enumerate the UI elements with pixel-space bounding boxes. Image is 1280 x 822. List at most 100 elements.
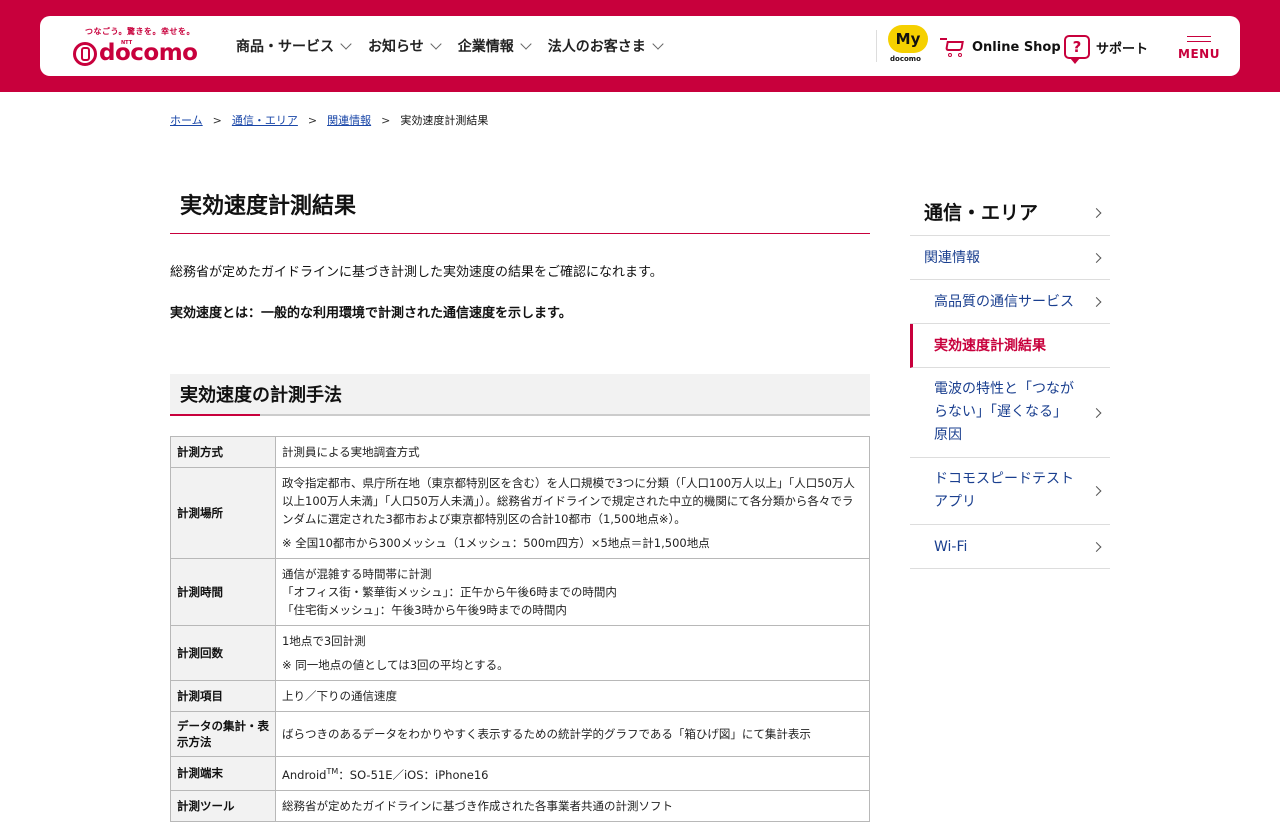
my-docomo-sub: docomo (890, 55, 921, 63)
sidebar-item-wifi[interactable]: Wi-Fi (910, 525, 1110, 569)
cell-text: 政令指定都市、県庁所在地（東京都特別区を含む）を人口規模で3つに分類（「人口10… (282, 476, 855, 526)
nav-label: 企業情報 (457, 39, 514, 55)
page-title: 実効速度計測結果 (170, 185, 870, 234)
global-header: つなごう。驚きを。幸せを。 NTT docomo 商品・サービス お知らせ 企業… (40, 16, 1240, 76)
breadcrumb: ホーム > 通信・エリア > 関連情報 > 実効速度計測結果 (170, 112, 488, 128)
row-header: データの集計・表示方法 (170, 711, 276, 757)
breadcrumb-separator: > (381, 113, 391, 127)
cell-text: 「住宅街メッシュ」：午後3時から午後9時までの時間内 (282, 603, 567, 617)
menu-label: MENU (1178, 47, 1220, 61)
nav-label: お知らせ (368, 39, 424, 55)
nav-news[interactable]: お知らせ (368, 36, 442, 56)
row-header: 計測項目 (170, 680, 276, 712)
chevron-down-icon (520, 38, 532, 50)
nav-label: 商品・サービス (236, 39, 334, 55)
breadcrumb-home[interactable]: ホーム (170, 112, 203, 128)
sidebar-item-speedtest-app[interactable]: ドコモスピードテストアプリ (910, 458, 1110, 525)
row-value: 1地点で3回計測 ※ 同一地点の値としては3回の平均とする。 (275, 625, 870, 681)
sidebar-heading-label: 通信・エリア (924, 202, 1039, 224)
hamburger-icon (1187, 36, 1211, 42)
trademark-sup: TM (326, 767, 339, 776)
row-value: 上り／下りの通信速度 (275, 680, 870, 712)
table-row: 計測端末 AndroidTM：SO-51E／iOS：iPhone16 (170, 756, 870, 791)
table-row: 計測ツール 総務省が定めたガイドラインに基づき作成された各事業者共通の計測ソフト (170, 789, 870, 822)
sidebar-heading-network-area[interactable]: 通信・エリア (910, 190, 1110, 236)
section-title: 実効速度の計測手法 (170, 374, 870, 416)
sidebar-item-label: ドコモスピードテストアプリ (934, 471, 1074, 510)
cell-note: ※ 全国10都市から300メッシュ（1メッシュ：500m四方）×5地点＝計1,5… (282, 536, 710, 550)
support-link[interactable]: ? サポート (1064, 34, 1149, 64)
sidebar-item-label: 実効速度計測結果 (934, 338, 1046, 354)
row-header: 計測方式 (170, 436, 276, 468)
row-value: 計測員による実地調査方式 (275, 436, 870, 468)
cell-text: Android (282, 767, 327, 782)
row-value: AndroidTM：SO-51E／iOS：iPhone16 (275, 756, 870, 791)
row-value: 政令指定都市、県庁所在地（東京都特別区を含む）を人口規模で3つに分類（「人口10… (275, 467, 870, 559)
online-shop-label: Online Shop (972, 39, 1061, 55)
row-header: 計測場所 (170, 467, 276, 559)
cell-note: ※ 同一地点の値としては3回の平均とする。 (282, 658, 509, 672)
support-label: サポート (1096, 41, 1149, 57)
nav-products-services[interactable]: 商品・サービス (236, 36, 352, 56)
docomo-logo[interactable]: つなごう。驚きを。幸せを。 NTT docomo (73, 26, 203, 68)
breadcrumb-network-area[interactable]: 通信・エリア (232, 112, 298, 128)
sidebar-nav: 通信・エリア 関連情報 高品質の通信サービス 実効速度計測結果 電波の特性と「つ… (910, 190, 1110, 569)
breadcrumb-separator: > (212, 113, 222, 127)
cell-text: 計測員による実地調査方式 (282, 445, 420, 459)
row-header: 計測ツール (170, 789, 276, 822)
cell-text: 1地点で3回計測 (282, 634, 366, 648)
chevron-right-icon (1091, 407, 1102, 418)
method-table: 計測方式 計測員による実地調査方式 計測場所 政令指定都市、県庁所在地（東京都特… (170, 436, 870, 822)
chevron-right-icon (1091, 541, 1102, 552)
cart-icon (940, 36, 966, 58)
my-docomo-badge: My (888, 25, 928, 53)
table-row: 計測場所 政令指定都市、県庁所在地（東京都特別区を含む）を人口規模で3つに分類（… (170, 467, 870, 559)
table-row: 計測回数 1地点で3回計測 ※ 同一地点の値としては3回の平均とする。 (170, 625, 870, 681)
chevron-down-icon (430, 38, 442, 50)
global-nav: 商品・サービス お知らせ 企業情報 法人のお客さま (236, 16, 680, 76)
row-header: 計測端末 (170, 756, 276, 791)
lead-text: 総務省が定めたガイドラインに基づき計測した実効速度の結果をご確認になれます。 (170, 265, 663, 280)
sidebar-item-label: 高品質の通信サービス (934, 294, 1074, 310)
menu-button[interactable]: MENU (1178, 30, 1220, 66)
row-header: 計測回数 (170, 625, 276, 681)
table-row: 計測方式 計測員による実地調査方式 (170, 436, 870, 468)
header-divider (876, 30, 877, 62)
logo-wordmark: docomo (99, 40, 198, 66)
nav-corporate-info[interactable]: 企業情報 (457, 36, 532, 56)
table-row: データの集計・表示方法 ばらつきのあるデータをわかりやすく表示するための統計学的… (170, 711, 870, 757)
sidebar-item-radio-characteristics[interactable]: 電波の特性と「つながらない」「遅くなる」原因 (910, 368, 1110, 458)
breadcrumb-current: 実効速度計測結果 (400, 114, 489, 127)
sidebar-item-label: 電波の特性と「つながらない」「遅くなる」原因 (934, 381, 1074, 443)
sidebar-item-related-info[interactable]: 関連情報 (910, 236, 1110, 280)
chevron-right-icon (1091, 296, 1102, 307)
chevron-right-icon (1091, 252, 1102, 263)
cell-text: 通信が混雑する時間帯に計測 (282, 567, 432, 581)
row-value: 総務省が定めたガイドラインに基づき作成された各事業者共通の計測ソフト (275, 789, 870, 822)
cell-text: 上り／下りの通信速度 (282, 689, 397, 703)
logo-mark-icon (73, 42, 97, 66)
row-value: ばらつきのあるデータをわかりやすく表示するための統計学的グラフである「箱ひげ図」… (275, 711, 870, 757)
breadcrumb-separator: > (307, 113, 318, 127)
my-docomo-button[interactable]: My docomo (888, 25, 932, 67)
sidebar-item-label: Wi-Fi (934, 539, 968, 555)
cell-text: 総務省が定めたガイドラインに基づき作成された各事業者共通の計測ソフト (282, 798, 673, 813)
nav-business-customers[interactable]: 法人のお客さま (547, 36, 664, 56)
chevron-down-icon (652, 38, 664, 50)
logo-tagline: つなごう。驚きを。幸せを。 (85, 27, 196, 36)
main-content: 実効速度計測結果 総務省が定めたガイドラインに基づき計測した実効速度の結果をご確… (170, 185, 870, 822)
definition-text: 実効速度とは：一般的な利用環境で計測された通信速度を示します。 (170, 306, 572, 321)
chevron-right-icon (1091, 207, 1102, 218)
sidebar-item-label: 関連情報 (924, 250, 980, 266)
chevron-down-icon (340, 38, 352, 50)
cell-text: ばらつきのあるデータをわかりやすく表示するための統計学的グラフである「箱ひげ図」… (282, 727, 811, 741)
sidebar-item-quality-service[interactable]: 高品質の通信サービス (910, 280, 1110, 324)
table-row: 計測項目 上り／下りの通信速度 (170, 680, 870, 712)
breadcrumb-related-info[interactable]: 関連情報 (327, 112, 371, 128)
cell-text: ：SO-51E／iOS：iPhone16 (338, 767, 489, 782)
help-icon: ? (1064, 35, 1090, 64)
nav-label: 法人のお客さま (547, 39, 646, 55)
online-shop-link[interactable]: Online Shop (940, 34, 1061, 60)
cell-text: 「オフィス街・繁華街メッシュ」：正午から午後6時までの時間内 (282, 585, 617, 599)
sidebar-item-speed-results[interactable]: 実効速度計測結果 (910, 324, 1110, 368)
